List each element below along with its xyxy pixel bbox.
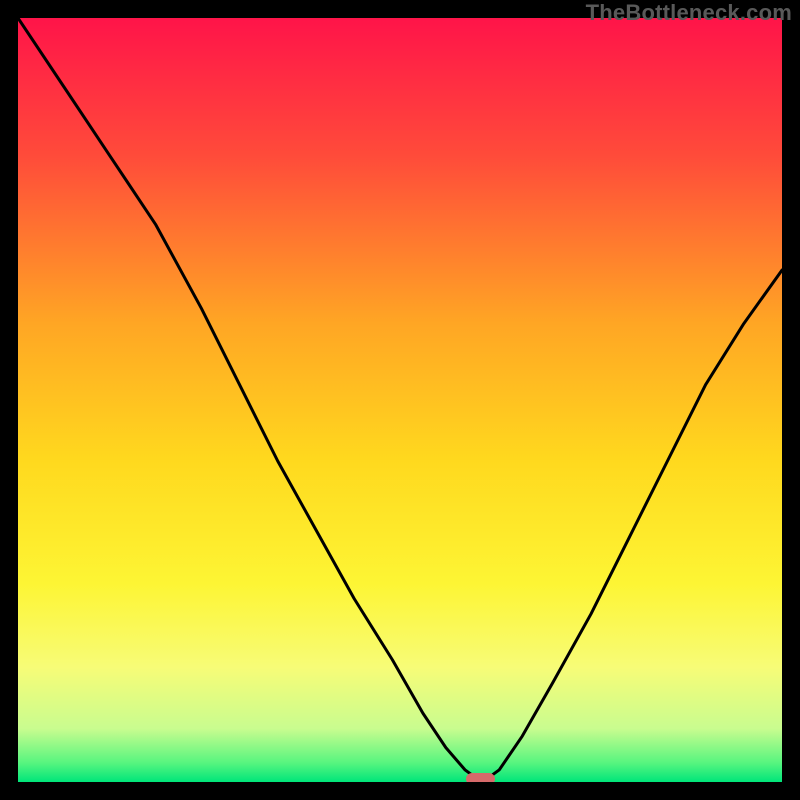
optimal-marker: [466, 773, 495, 782]
gradient-background: [18, 18, 782, 782]
chart-frame: TheBottleneck.com: [0, 0, 800, 800]
chart-svg: [18, 18, 782, 782]
plot-area: [18, 18, 782, 782]
watermark-text: TheBottleneck.com: [586, 0, 792, 26]
